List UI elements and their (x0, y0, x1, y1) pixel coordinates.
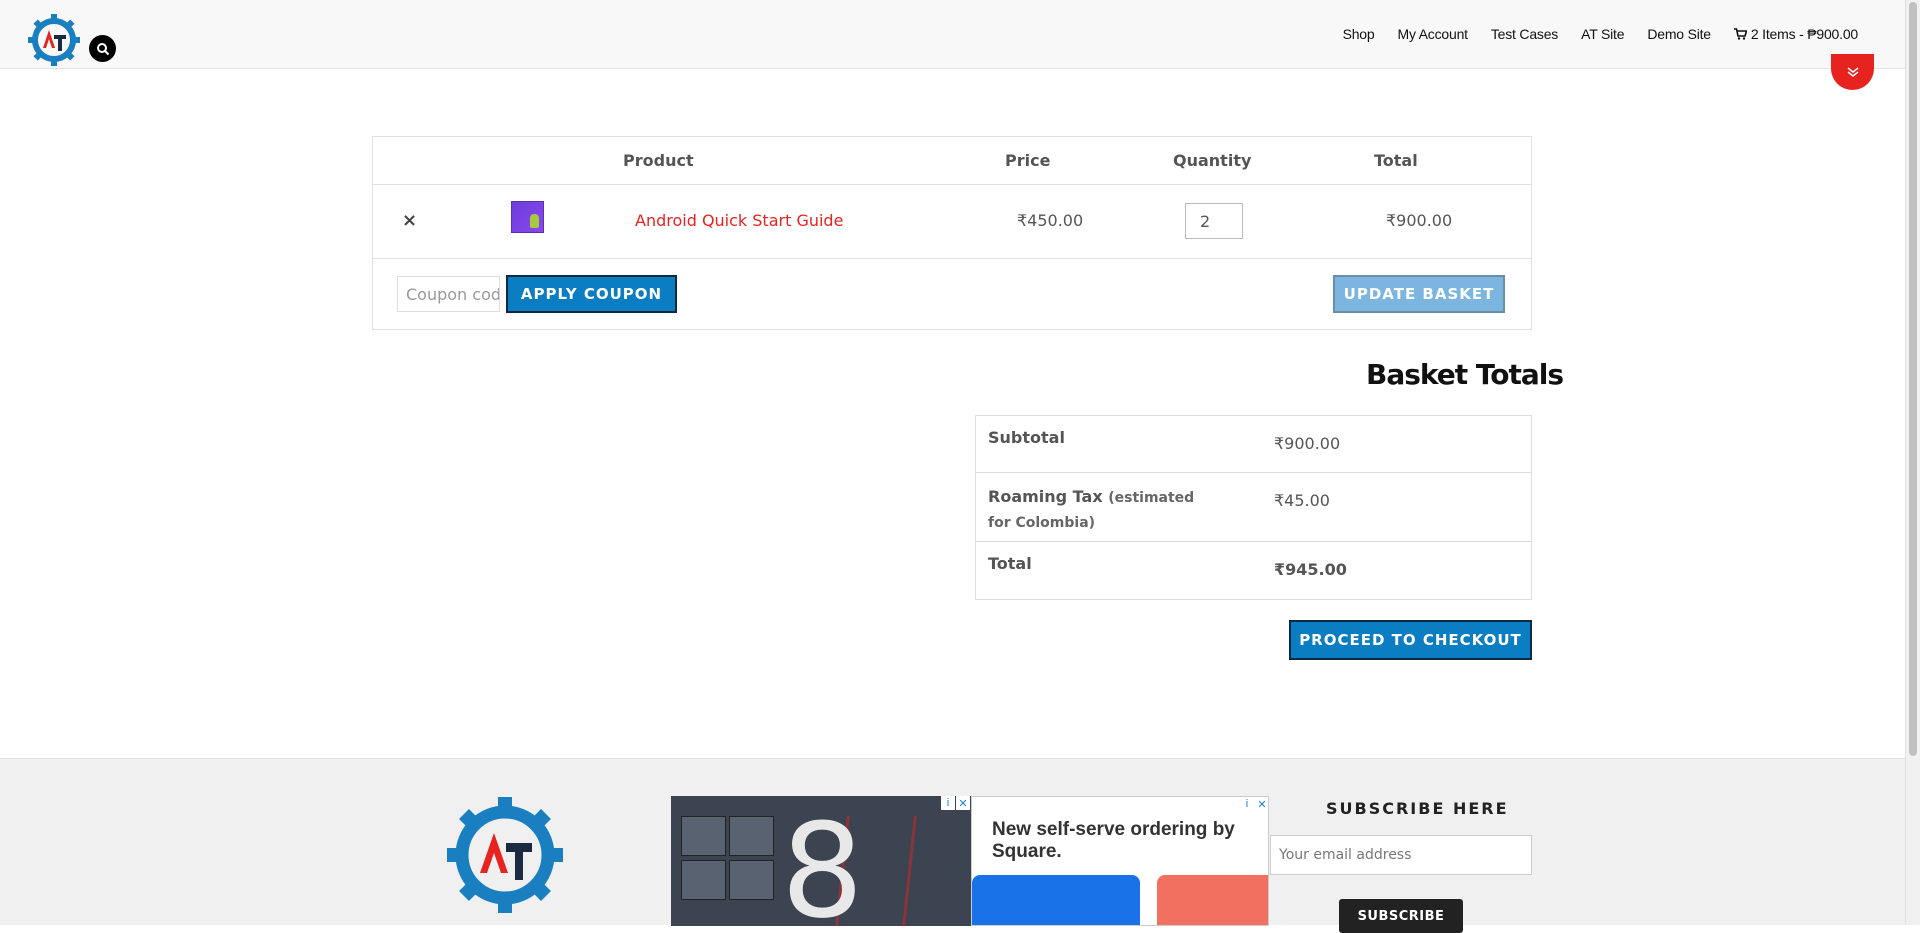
cart-item-row: × Android Quick Start Guide ₹450.00 ₹900… (373, 185, 1531, 259)
totals-table: Subtotal ₹900.00 Roaming Tax (estimated … (975, 415, 1532, 600)
tax-label-text: Roaming Tax (988, 487, 1103, 506)
ad-close-icon[interactable]: ✕ (956, 796, 970, 810)
total-label: Total (988, 554, 1032, 573)
tax-value: ₹45.00 (1274, 491, 1330, 510)
ad-red-block (1157, 875, 1268, 925)
tax-label: Roaming Tax (estimated for Colombia) (988, 485, 1218, 535)
cart-icon (1733, 28, 1747, 40)
ad-image-tile (729, 860, 774, 900)
product-thumbnail[interactable] (511, 201, 544, 233)
nav-at-site[interactable]: AT Site (1581, 26, 1624, 42)
site-logo-icon[interactable] (28, 14, 80, 66)
remove-item-button[interactable]: × (402, 210, 417, 231)
item-price: ₹450.00 (1017, 211, 1084, 230)
tax-row: Roaming Tax (estimated for Colombia) ₹45… (976, 473, 1531, 542)
nav-cart[interactable]: 2 Items - ₱900.00 (1733, 26, 1858, 42)
search-icon (96, 42, 109, 55)
ad-image-tile (729, 816, 774, 856)
ad-number: 8 (781, 796, 864, 926)
apply-coupon-button[interactable]: Apply Coupon (506, 275, 677, 313)
subtotal-row: Subtotal ₹900.00 (976, 416, 1531, 473)
ad-headline: New self-serve ordering by Square. (992, 819, 1235, 862)
total-value: ₹945.00 (1274, 560, 1347, 579)
page-scrollbar[interactable] (1905, 0, 1920, 925)
item-total: ₹900.00 (1386, 211, 1453, 230)
cart-table-header: Product Price Quantity Total (373, 137, 1531, 185)
product-link[interactable]: Android Quick Start Guide (635, 211, 843, 230)
main-nav: Shop My Account Test Cases AT Site Demo … (1320, 26, 1859, 42)
advertisement-banner[interactable]: 8 i ✕ (671, 796, 971, 926)
site-header: Shop My Account Test Cases AT Site Demo … (0, 0, 1905, 69)
search-button[interactable] (89, 35, 116, 62)
ad-info-icon[interactable]: i (1240, 797, 1254, 811)
square-advertisement[interactable]: New self-serve ordering by Square. i ✕ (971, 796, 1269, 926)
scroll-down-button[interactable] (1831, 54, 1874, 90)
total-row: Total ₹945.00 (976, 542, 1531, 599)
subscribe-heading: SUBSCRIBE HERE (1326, 799, 1509, 818)
cart-summary: 2 Items - ₱900.00 (1750, 26, 1858, 42)
subtotal-label: Subtotal (988, 428, 1065, 447)
ad-info-icon[interactable]: i (941, 796, 955, 810)
ad-image-tile (681, 860, 726, 900)
site-footer: 8 i ✕ New self-serve ordering by Square.… (0, 758, 1905, 933)
ad-close-icon[interactable]: ✕ (1255, 797, 1268, 811)
column-product: Product (623, 151, 694, 170)
column-quantity: Quantity (1173, 151, 1252, 170)
footer-logo-icon[interactable] (447, 797, 563, 919)
nav-test-cases[interactable]: Test Cases (1491, 26, 1558, 42)
cart-table: Product Price Quantity Total × Android Q… (372, 136, 1532, 330)
cart-actions: Apply Coupon Update Basket (373, 259, 1531, 329)
double-chevron-down-icon (1847, 67, 1858, 77)
scrollbar-thumb[interactable] (1909, 2, 1917, 756)
quantity-input[interactable] (1185, 203, 1243, 239)
ad-blue-block (972, 875, 1140, 925)
subtotal-value: ₹900.00 (1274, 434, 1341, 453)
nav-demo-site[interactable]: Demo Site (1647, 26, 1711, 42)
nav-shop[interactable]: Shop (1343, 26, 1375, 42)
column-price: Price (1005, 151, 1051, 170)
update-basket-button[interactable]: Update Basket (1333, 275, 1505, 313)
ad-image-tile (681, 816, 726, 856)
nav-my-account[interactable]: My Account (1397, 26, 1468, 42)
basket-totals-title: Basket Totals (1366, 358, 1564, 391)
subscribe-button[interactable]: Subscribe (1339, 899, 1463, 933)
proceed-to-checkout-button[interactable]: Proceed to Checkout (1289, 620, 1532, 660)
column-total: Total (1374, 151, 1418, 170)
coupon-input[interactable] (397, 276, 500, 312)
email-field[interactable] (1270, 835, 1532, 875)
